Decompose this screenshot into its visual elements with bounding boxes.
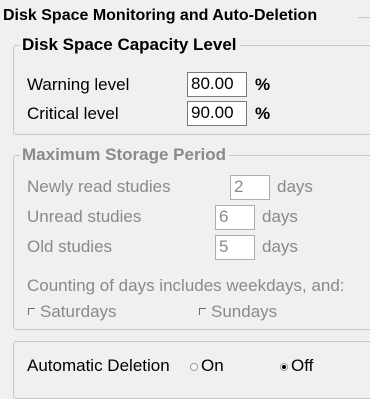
old-studies-label: Old studies (27, 237, 113, 256)
unread-studies-unit: days (262, 207, 298, 226)
old-studies-unit: days (262, 237, 298, 256)
unread-studies-label: Unread studies (27, 207, 142, 226)
automatic-deletion-label: Automatic Deletion (27, 356, 170, 375)
newly-read-studies-label: Newly read studies (27, 177, 171, 196)
outer-title-line (358, 17, 370, 18)
warning-level-label: Warning level (27, 75, 130, 94)
warning-level-unit: % (255, 75, 271, 94)
old-studies-input[interactable]: 5 (215, 235, 255, 260)
sundays-label: Sundays (211, 302, 278, 321)
newly-read-studies-input[interactable]: 2 (230, 175, 270, 200)
critical-level-unit: % (255, 104, 271, 123)
unread-studies-input[interactable]: 6 (215, 205, 255, 230)
storage-group-title: Maximum Storage Period (20, 145, 230, 165)
newly-read-studies-unit: days (277, 177, 313, 196)
warning-level-input[interactable]: 80.00 (187, 72, 247, 97)
outer-group-title: Disk Space Monitoring and Auto-Deletion (0, 6, 320, 26)
auto-deletion-on-radio[interactable] (190, 363, 198, 371)
auto-deletion-off-radio[interactable] (280, 363, 288, 371)
saturdays-checkbox[interactable] (28, 308, 35, 315)
critical-level-label: Critical level (27, 104, 119, 123)
auto-deletion-on-label: On (201, 356, 224, 375)
auto-deletion-off-label: Off (291, 356, 314, 375)
sundays-checkbox[interactable] (199, 308, 206, 315)
critical-level-input[interactable]: 90.00 (187, 101, 247, 126)
capacity-group-title: Disk Space Capacity Level (20, 35, 240, 55)
saturdays-label: Saturdays (40, 302, 117, 321)
counting-days-note: Counting of days includes weekdays, and: (27, 276, 345, 295)
